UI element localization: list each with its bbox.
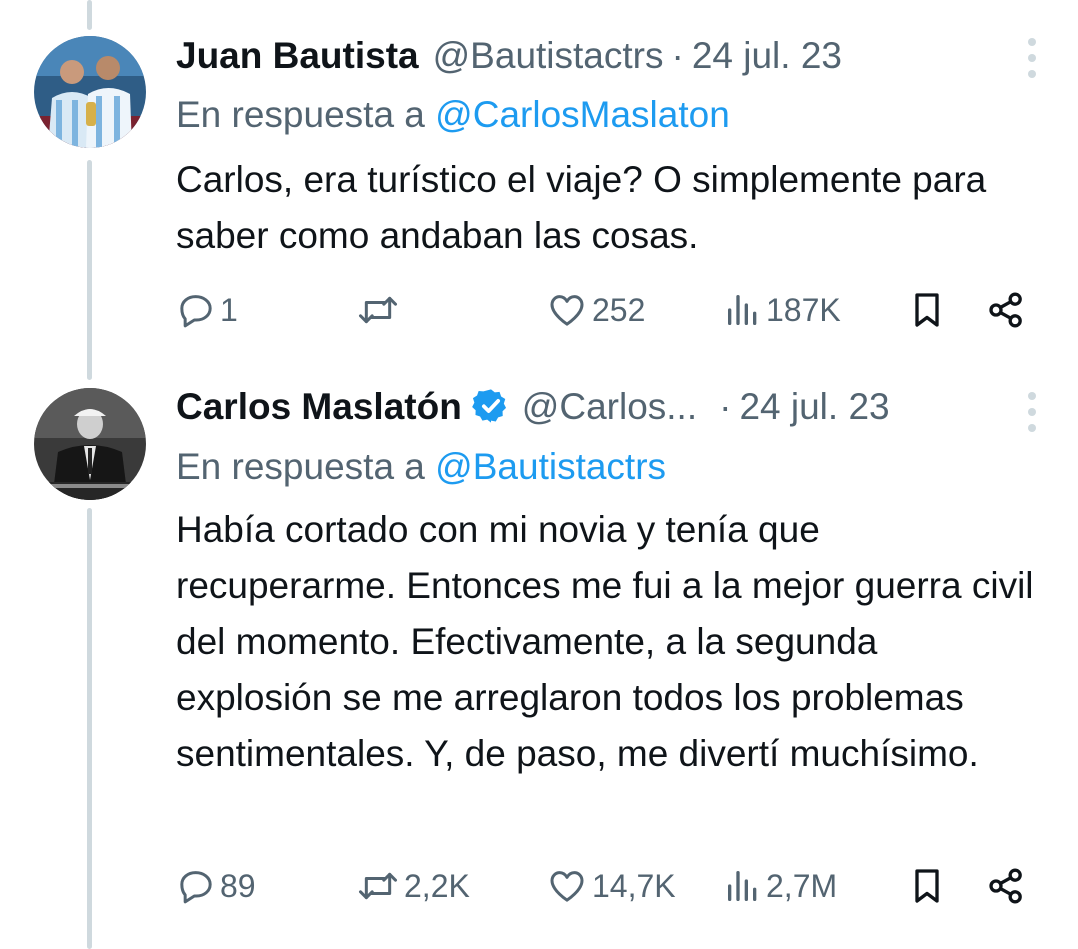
display-name[interactable]: Carlos Maslatón	[176, 388, 462, 425]
reply-to-link[interactable]: @Bautistactrs	[435, 446, 666, 487]
display-name[interactable]: Juan Bautista	[176, 37, 419, 74]
action-bar: 89 2,2K 14,7K 2,7M	[176, 864, 1028, 908]
views-icon	[728, 871, 757, 901]
views-button[interactable]: 2,7M	[724, 864, 837, 908]
bookmark-button[interactable]	[909, 288, 945, 332]
retweet-button[interactable]: 2,2K	[356, 864, 470, 908]
views-count: 2,7M	[766, 868, 838, 904]
retweet-button[interactable]	[356, 288, 404, 332]
bookmark-button[interactable]	[909, 864, 945, 908]
like-count: 14,7K	[592, 868, 676, 904]
share-button[interactable]	[986, 864, 1026, 908]
share-icon	[989, 868, 1022, 904]
avatar[interactable]	[34, 388, 146, 500]
views-icon	[728, 295, 757, 325]
separator: ·	[671, 35, 684, 76]
verified-icon	[471, 389, 506, 423]
reply-context: En respuesta a @Bautistactrs	[176, 448, 666, 485]
retweet-icon	[359, 872, 397, 900]
username[interactable]: @Carlos...	[522, 388, 697, 425]
timestamp[interactable]: 24 jul. 23	[739, 388, 889, 425]
more-icon[interactable]	[1024, 38, 1040, 78]
reply-icon	[180, 295, 212, 328]
thread: Juan Bautista @Bautistactrs · 24 jul. 23…	[0, 0, 1078, 949]
avatar[interactable]	[34, 36, 146, 148]
like-button[interactable]: 252	[546, 288, 645, 332]
tweet[interactable]: Juan Bautista @Bautistactrs · 24 jul. 23…	[0, 0, 1078, 380]
like-icon	[550, 871, 584, 902]
like-count: 252	[592, 292, 646, 328]
reply-button[interactable]: 89	[176, 864, 256, 908]
timestamp[interactable]: 24 jul. 23	[692, 37, 842, 74]
reply-count: 89	[220, 868, 256, 904]
more-icon[interactable]	[1024, 392, 1040, 432]
like-icon	[550, 295, 584, 326]
separator: ·	[719, 385, 732, 427]
reply-prefix: En respuesta a	[176, 94, 425, 135]
tweet-text: Había cortado con mi novia y tenía que r…	[176, 509, 1034, 774]
tweet-text: Carlos, era turístico el viaje? O simple…	[176, 159, 987, 256]
reply-prefix: En respuesta a	[176, 446, 425, 487]
retweet-count: 2,2K	[404, 868, 470, 904]
share-button[interactable]	[986, 288, 1026, 332]
share-icon	[989, 292, 1022, 328]
reply-icon	[180, 871, 212, 904]
reply-context: En respuesta a @CarlosMaslaton	[176, 96, 730, 133]
bookmark-icon	[915, 869, 939, 903]
tweet-header: Juan Bautista @Bautistactrs · 24 jul. 23	[176, 37, 1058, 74]
like-button[interactable]: 14,7K	[546, 864, 676, 908]
views-button[interactable]: 187K	[724, 288, 841, 332]
bookmark-icon	[915, 293, 939, 327]
action-bar: 1 252 187K	[176, 288, 1028, 332]
reply-to-link[interactable]: @CarlosMaslaton	[435, 94, 730, 135]
retweet-icon	[359, 296, 397, 324]
views-count: 187K	[766, 292, 841, 328]
username[interactable]: @Bautistactrs	[433, 37, 664, 74]
reply-button[interactable]: 1	[176, 288, 238, 332]
tweet-header: Carlos Maslatón @Carlos... · 24 jul. 23	[176, 387, 1058, 425]
reply-count: 1	[220, 292, 238, 328]
